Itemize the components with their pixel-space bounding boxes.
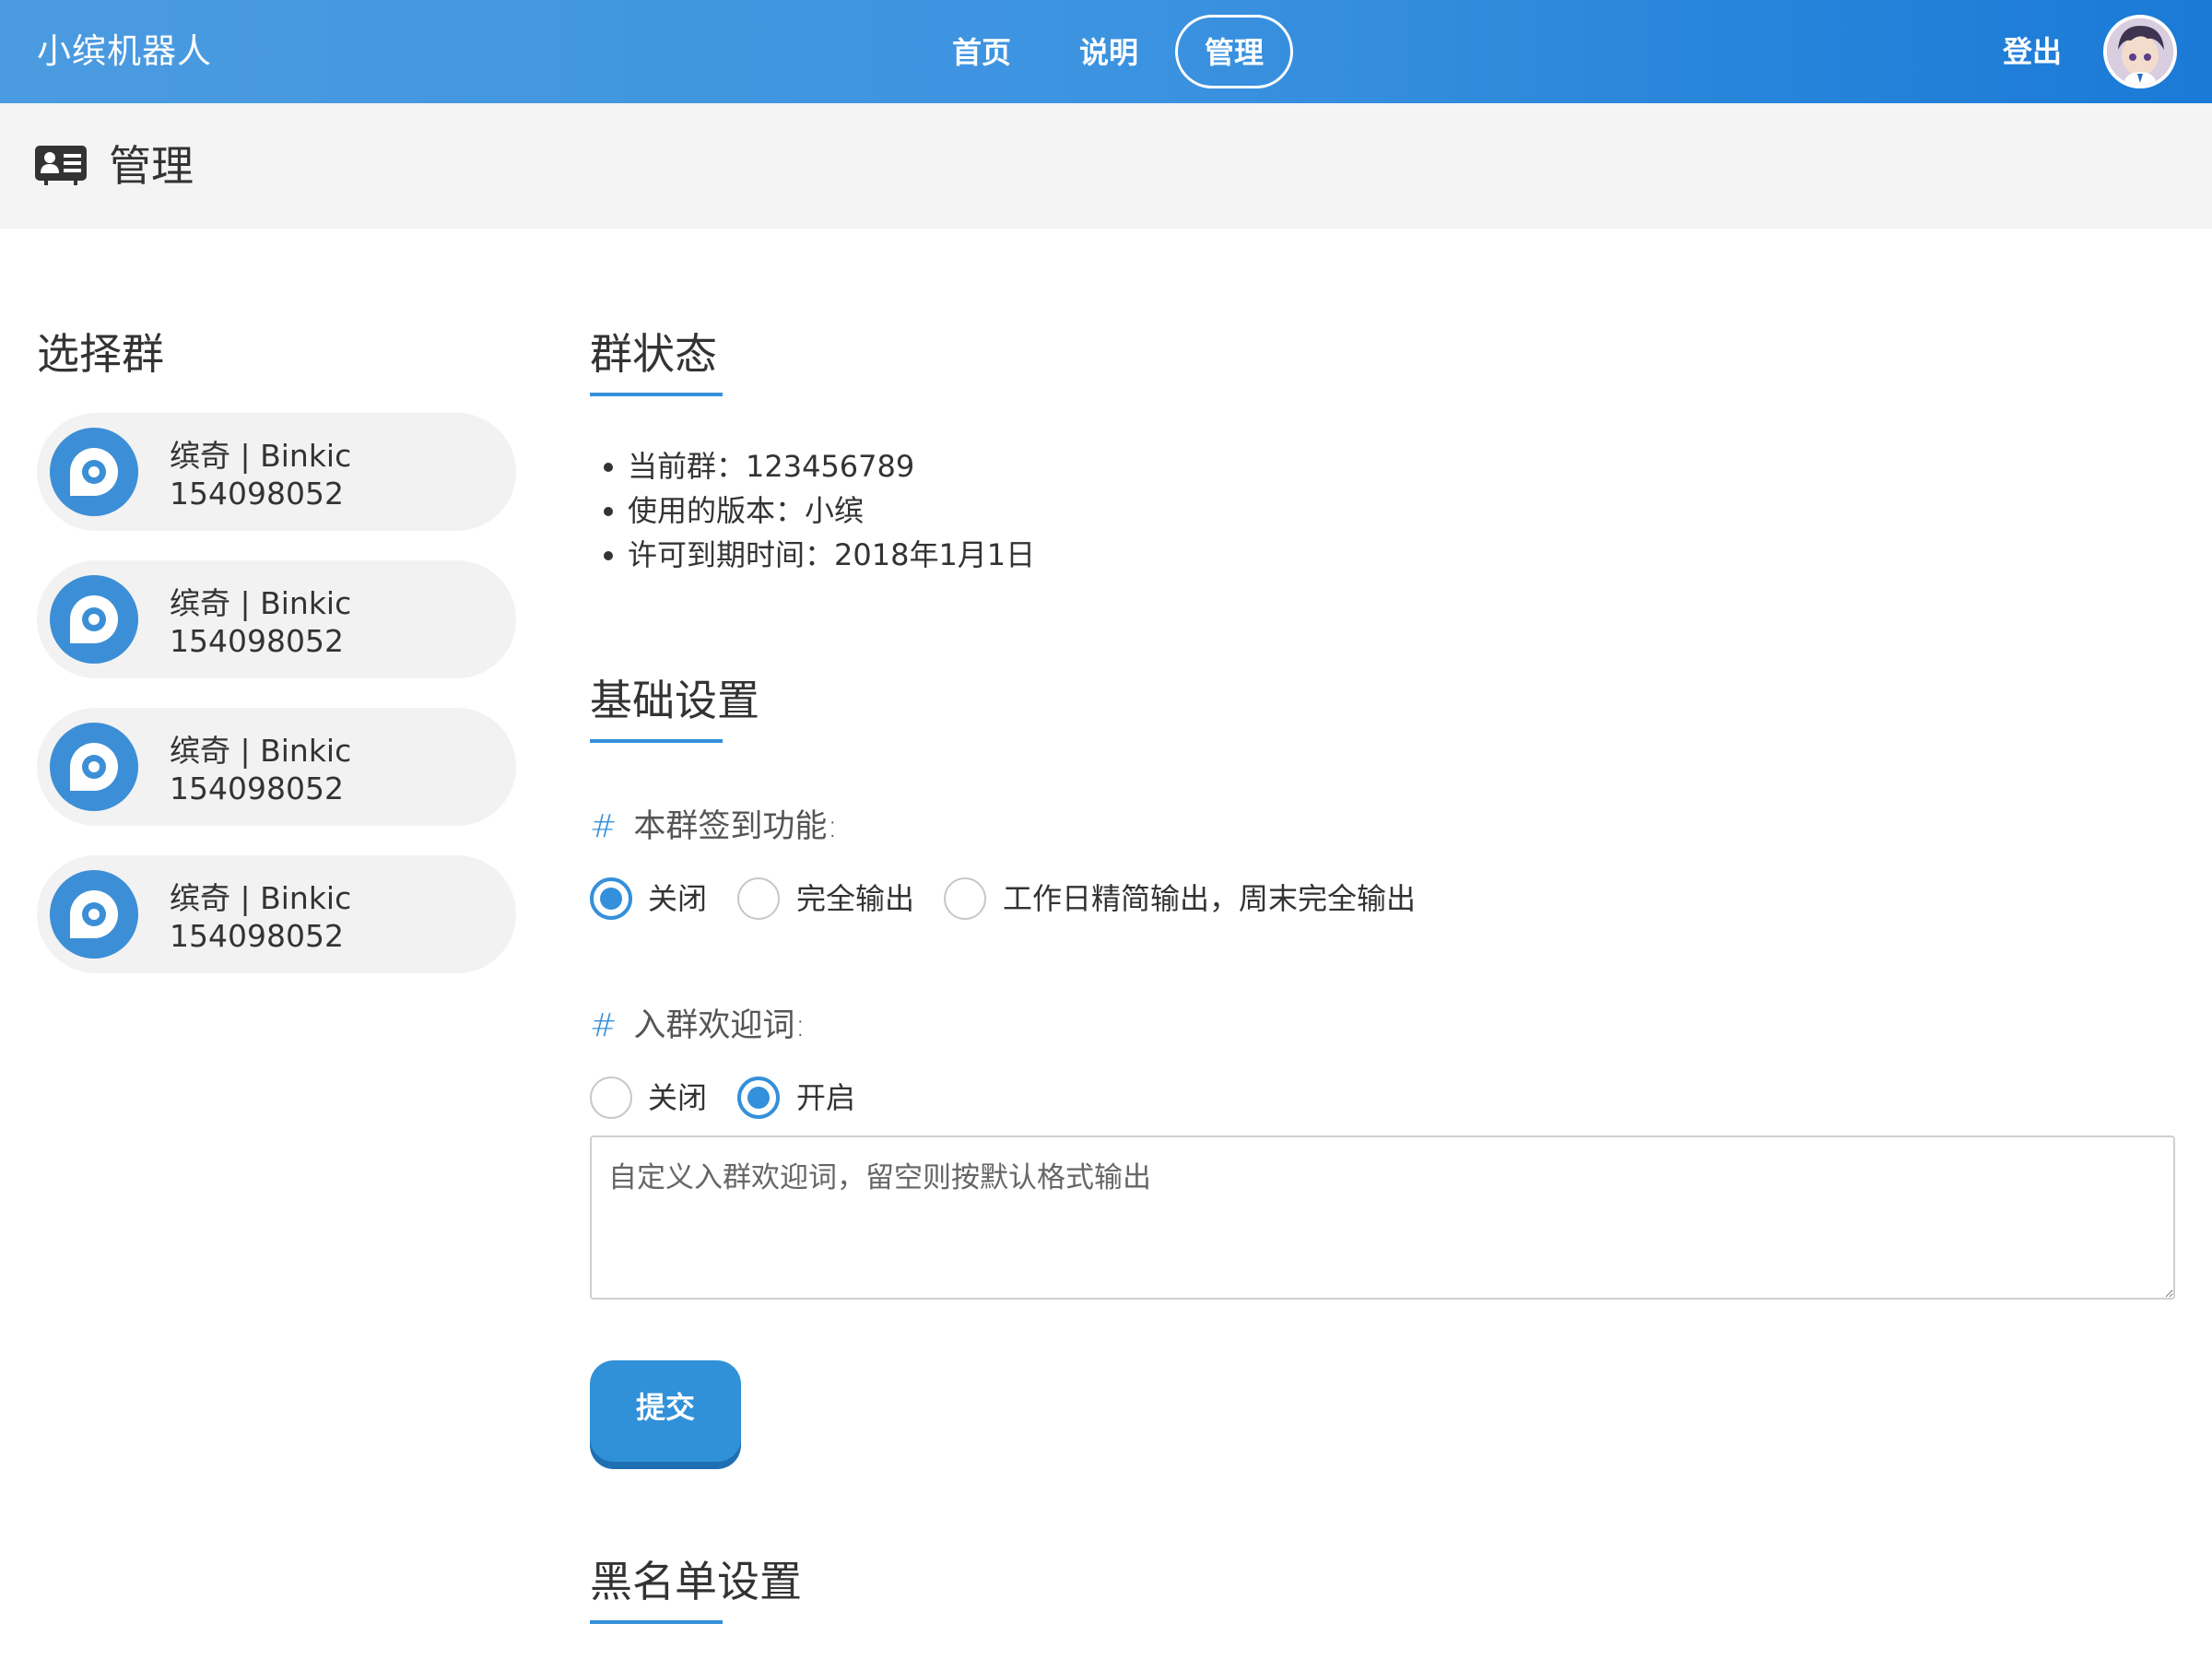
section-underline <box>590 393 723 396</box>
welcome-message-textarea[interactable] <box>590 1135 2175 1300</box>
status-license-expiry: 许可到期时间：2018年1月1日 <box>604 533 1035 577</box>
status-version: 使用的版本：小缤 <box>604 488 1035 533</box>
top-navbar: 小缤机器人 首页 说明 管理 登出 <box>0 0 2212 103</box>
checkin-label-text: 本群签到功能: <box>633 808 839 845</box>
welcome-radio-off[interactable] <box>590 1077 632 1119</box>
hash-icon: # <box>590 1007 618 1044</box>
group-card[interactable]: 缤奇 | Binkic 154098052 <box>37 413 516 531</box>
status-current-group: 当前群：123456789 <box>604 444 1035 488</box>
page-title: 管理 <box>109 141 194 191</box>
welcome-radio-on[interactable] <box>737 1077 780 1119</box>
group-logo-icon <box>50 723 138 811</box>
user-avatar-image <box>2107 18 2173 85</box>
logout-link[interactable]: 登出 <box>1991 0 2074 103</box>
group-card[interactable]: 缤奇 | Binkic 154098052 <box>37 855 516 973</box>
page-header: 管理 <box>0 103 2212 229</box>
group-select-heading: 选择群 <box>37 329 164 379</box>
group-id: 154098052 <box>170 476 344 512</box>
nav-manage-link[interactable]: 管理 <box>1175 15 1293 88</box>
brand-name[interactable]: 小缤机器人 <box>37 0 212 103</box>
basic-settings-heading: 基础设置 <box>590 676 759 725</box>
checkin-radio-workday-label[interactable]: 工作日精简输出，周末完全输出 <box>1003 877 1416 920</box>
checkin-radio-workday[interactable] <box>944 877 986 920</box>
user-avatar[interactable] <box>2103 15 2177 88</box>
group-card[interactable]: 缤奇 | Binkic 154098052 <box>37 560 516 678</box>
id-card-icon <box>35 146 87 185</box>
group-logo-icon <box>50 428 138 516</box>
group-status-heading: 群状态 <box>590 329 717 379</box>
submit-button[interactable]: 提交 <box>590 1360 741 1462</box>
checkin-radio-full[interactable] <box>737 877 780 920</box>
welcome-label-text: 入群欢迎词: <box>633 1007 806 1044</box>
group-id: 154098052 <box>170 771 344 806</box>
group-name: 缤奇 | Binkic <box>170 733 352 769</box>
group-name: 缤奇 | Binkic <box>170 585 352 621</box>
group-id: 154098052 <box>170 623 344 659</box>
welcome-label: # 入群欢迎词: <box>590 999 806 1046</box>
checkin-radio-full-label[interactable]: 完全输出 <box>796 877 914 920</box>
group-logo-icon <box>50 575 138 664</box>
checkin-radio-off[interactable] <box>590 877 632 920</box>
checkin-label: # 本群签到功能: <box>590 800 838 847</box>
status-list: 当前群：123456789 使用的版本：小缤 许可到期时间：2018年1月1日 <box>604 444 1035 577</box>
section-underline <box>590 739 723 743</box>
group-logo-icon <box>50 870 138 959</box>
group-name: 缤奇 | Binkic <box>170 880 352 916</box>
checkin-radio-off-label[interactable]: 关闭 <box>648 877 707 920</box>
group-card[interactable]: 缤奇 | Binkic 154098052 <box>37 708 516 826</box>
section-underline <box>590 1620 723 1624</box>
hash-icon: # <box>590 808 618 845</box>
welcome-radio-off-label[interactable]: 关闭 <box>648 1077 707 1119</box>
group-name: 缤奇 | Binkic <box>170 438 352 474</box>
blacklist-settings-heading: 黑名单设置 <box>590 1557 802 1606</box>
nav-help-link[interactable]: 说明 <box>1058 15 1159 88</box>
welcome-radio-on-label[interactable]: 开启 <box>796 1077 855 1119</box>
group-id: 154098052 <box>170 918 344 954</box>
nav-home-link[interactable]: 首页 <box>931 15 1032 88</box>
